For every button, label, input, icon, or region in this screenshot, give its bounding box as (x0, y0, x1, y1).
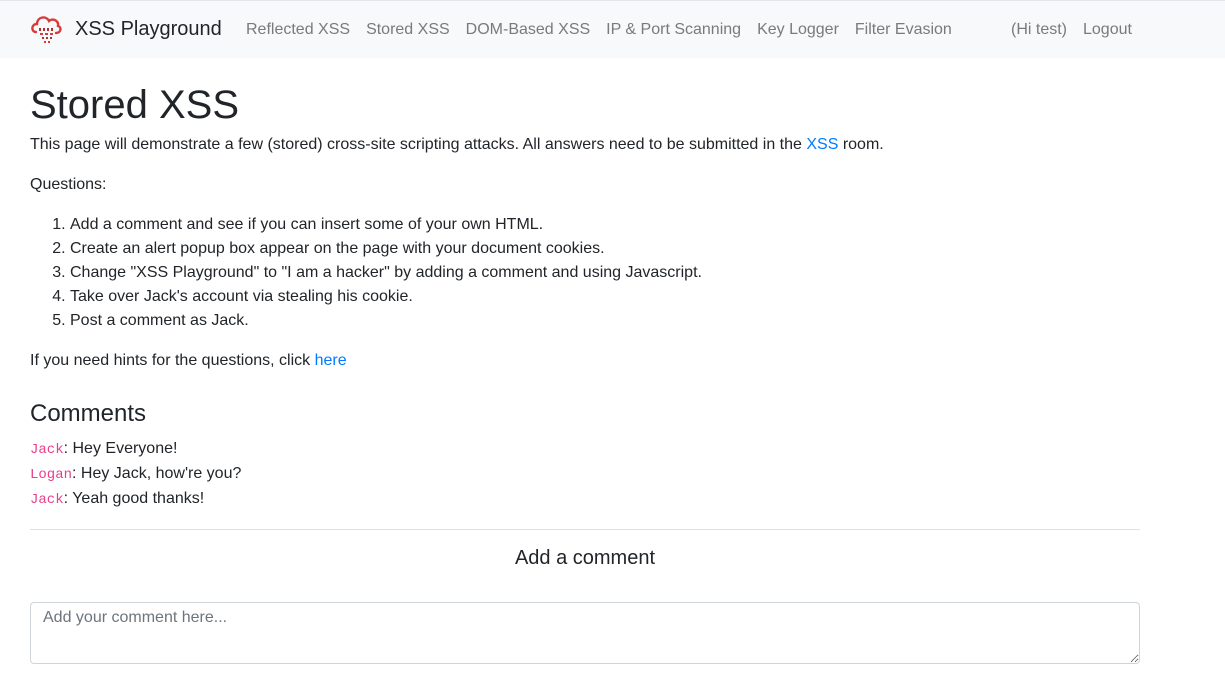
comment-item: Jack: Hey Everyone! (30, 437, 1140, 462)
comment-text: : Hey Jack, how're you? (72, 465, 242, 482)
add-comment-heading: Add a comment (514, 547, 656, 569)
intro-text-end: room. (838, 136, 884, 153)
questions-list: Add a comment and see if you can insert … (30, 213, 1140, 333)
question-item: Create an alert popup box appear on the … (70, 237, 1140, 261)
nav-menu: Reflected XSS Stored XSS DOM-Based XSS I… (238, 1, 960, 59)
question-item: Take over Jack's account via stealing hi… (70, 285, 1140, 309)
nav-link-reflected-xss[interactable]: Reflected XSS (238, 18, 358, 42)
intro-text: This page will demonstrate a few (stored… (30, 133, 1140, 157)
hints-text-label: If you need hints for the questions, cli… (30, 352, 315, 369)
comment-author: Jack (30, 442, 64, 458)
nav-link-dom-based-xss[interactable]: DOM-Based XSS (458, 18, 598, 42)
comment-text: : Hey Everyone! (63, 440, 178, 457)
question-item: Change "XSS Playground" to "I am a hacke… (70, 261, 1140, 285)
top-navbar: XSS Playground Reflected XSS Stored XSS … (0, 0, 1225, 58)
question-item: Post a comment as Jack. (70, 309, 1140, 333)
nav-link-filter-evasion[interactable]: Filter Evasion (847, 18, 960, 42)
intro-text-start: This page will demonstrate a few (stored… (30, 136, 807, 153)
comment-author: Logan (30, 467, 73, 483)
comment-text: : Yeah good thanks! (63, 490, 205, 507)
xss-room-link[interactable]: XSS (806, 136, 838, 153)
comment-author: Jack (30, 492, 64, 508)
comment-item: Jack: Yeah good thanks! (30, 487, 1140, 512)
page-title: Stored XSS (30, 83, 240, 127)
questions-label: Questions: (30, 176, 107, 193)
comment-input[interactable] (30, 602, 1140, 664)
nav-link-key-logger[interactable]: Key Logger (749, 18, 847, 42)
brand-title: XSS Playground (75, 18, 222, 40)
hints-link[interactable]: here (315, 352, 347, 369)
logout-link[interactable]: Logout (1075, 18, 1140, 42)
main-content: Stored XSS This page will demonstrate a … (30, 59, 1140, 664)
divider (30, 529, 1140, 530)
comments-heading: Comments (30, 400, 147, 427)
cloud-logo-icon (31, 16, 62, 43)
comment-item: Logan: Hey Jack, how're you? (30, 462, 1140, 487)
nav-user-menu: (Hi test) Logout (1003, 1, 1140, 59)
nav-link-ip-port-scanning[interactable]: IP & Port Scanning (598, 18, 749, 42)
hints-text: If you need hints for the questions, cli… (30, 349, 1140, 373)
user-greeting: (Hi test) (1011, 21, 1067, 38)
question-item: Add a comment and see if you can insert … (70, 213, 1140, 237)
comment-list: Jack: Hey Everyone! Logan: Hey Jack, how… (30, 437, 1140, 512)
brand-link[interactable]: XSS Playground (30, 12, 222, 46)
nav-link-stored-xss[interactable]: Stored XSS (358, 18, 458, 42)
